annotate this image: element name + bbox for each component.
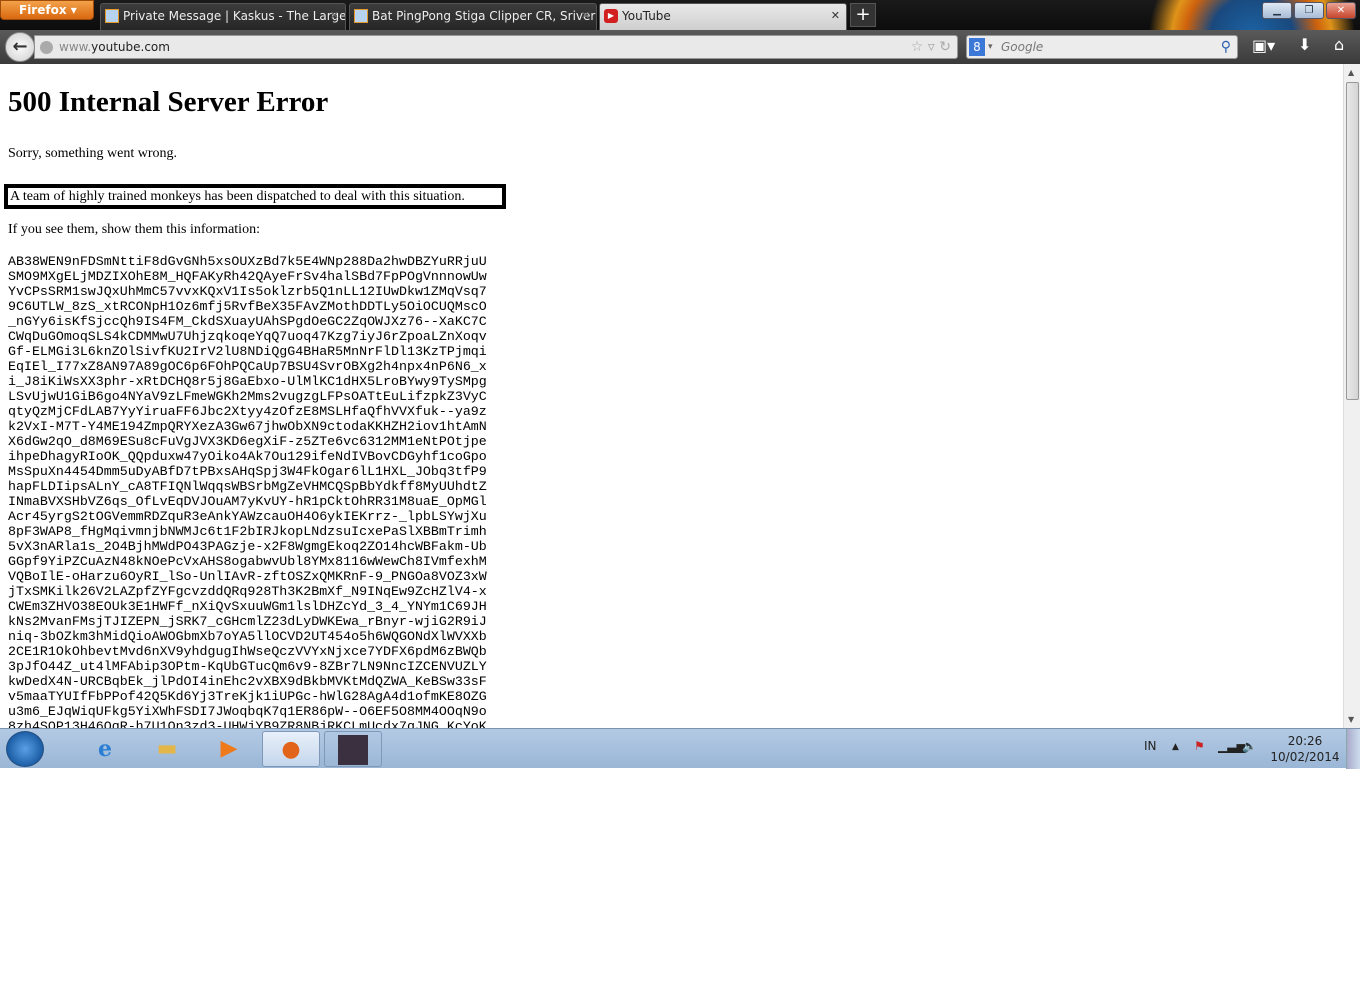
kaskus-icon [105, 9, 119, 23]
tab-kaskus-pm[interactable]: Private Message | Kaskus - The Larges...… [100, 3, 346, 30]
history-dropdown-icon[interactable]: ▿ [928, 39, 935, 55]
firefox-taskbar-icon[interactable]: ● [262, 731, 320, 767]
close-window-button[interactable]: ✕ [1326, 2, 1356, 19]
clock-date: 10/02/2014 [1270, 750, 1340, 764]
game-icon[interactable] [324, 731, 382, 767]
file-explorer-icon[interactable]: ▬ [138, 731, 196, 767]
search-input[interactable]: 8 ▾ Google ⚲ [966, 35, 1238, 59]
debug-line: AB38WEN9nFDSmNttiF8dGvGNh5xsOUXzBd7k5E4W… [8, 254, 487, 269]
firefox-menu-button[interactable]: Firefox ▾ [0, 0, 94, 20]
debug-line: INmaBVXSHbVZ6qs_OfLvEqDVJOuAM7yKvUY-hR1p… [8, 494, 487, 509]
tab-bar: Firefox ▾ Private Message | Kaskus - The… [0, 0, 1360, 64]
globe-icon [40, 41, 53, 54]
debug-line: Acr45yrgS2tOGVemmRDZquR3eAnkYAWzcauOH4O6… [8, 509, 487, 524]
debug-line: X6dGw2qO_d8M69ESu8cFuVgJVX3KD6egXiF-z5ZT… [8, 434, 487, 449]
search-icon[interactable]: ⚲ [1221, 36, 1231, 58]
debug-line: SMO9MXgELjMDZIXOhE8M_HQFAKyRh42QAyeFrSv4… [8, 269, 487, 284]
tab-title: Private Message | Kaskus - The Larges... [123, 9, 346, 23]
monkeys-message: A team of highly trained monkeys has bee… [4, 184, 506, 209]
debug-line: hapFLDIipsALnY_cA8TFIQNlWqqsWBSrbMgZeVHM… [8, 479, 487, 494]
show-hidden-icons-icon[interactable]: ▲ [1172, 742, 1179, 752]
debug-line: MsSpuXn4454Dmm5uDyABfD7tPBxsAHqSpj3W4FkO… [8, 464, 487, 479]
reload-icon[interactable]: ↻ [939, 39, 951, 55]
page-content: 500 Internal Server Error Sorry, somethi… [0, 64, 1343, 728]
debug-line: i_J8iKiWsXX3phr-xRtDCHQ8r5j8GaEbxo-UlMlK… [8, 374, 487, 389]
tab-bat-pingpong[interactable]: Bat PingPong Stiga Clipper CR, Sriver ..… [349, 3, 597, 30]
search-placeholder: Google [1001, 40, 1044, 54]
debug-info: AB38WEN9nFDSmNttiF8dGvGNh5xsOUXzBd7k5E4W… [8, 254, 487, 728]
debug-line: CWEm3ZHVO38EOUk3E1HWFf_nXiQvSxuuWGm1lslD… [8, 599, 487, 614]
back-button[interactable]: ← [5, 32, 35, 62]
debug-line: v5maaTYUIfFbPPof42Q5Kd6Yj3TreKjk1iUPGc-h… [8, 689, 487, 704]
restore-button[interactable]: ❐ [1294, 2, 1324, 19]
debug-line: VQBoIlE-oHarzu6OyRI_lSo-UnlIAvR-zftOSZxQ… [8, 569, 487, 584]
debug-line: 8zh4SOP13H46OqR-h7U1On3zd3-UHWjYB9ZR8NBj… [8, 719, 487, 728]
debug-line: jTxSMKilk26V2LAZpfZYFgcvzddQRq928Th3K2Bm… [8, 584, 487, 599]
download-icon[interactable]: ⬇ [1298, 35, 1311, 54]
search-engine-icon[interactable]: 8 [969, 38, 985, 56]
debug-line: k2VxI-M7T-Y4ME194ZmpQRYXezA3Gw67jhwObXN9… [8, 419, 487, 434]
sorry-message: Sorry, something went wrong. [8, 146, 178, 161]
scrollbar-thumb[interactable] [1346, 82, 1359, 400]
taskbar: e ▬ ▶ ● IN ▲ ⚑ ▁▃▅ 🔈 20:26 10/02/2014 [0, 728, 1360, 769]
bookmark-star-icon[interactable]: ☆ [911, 39, 924, 55]
volume-icon[interactable]: 🔈 [1242, 739, 1257, 753]
kaskus-icon [354, 9, 368, 23]
debug-line: 2CE1R1OkOhbevtMvd6nXV9yhdgugIhWseQczVVYx… [8, 644, 487, 659]
debug-line: CWqDuGOmoqSLS4kCDMMwU7UhjzqkoqeYqQ7uoq47… [8, 329, 487, 344]
debug-line: kNs2MvanFMsjTJIZEPN_jSRK7_cGHcmlZ23dLyDW… [8, 614, 487, 629]
scroll-down-icon[interactable]: ▼ [1348, 715, 1354, 724]
navigation-toolbar: www.youtube.com ☆ ▿ ↻ ← 8 ▾ Google ⚲ ▣▾ … [0, 30, 1360, 64]
clock-time: 20:26 [1287, 734, 1323, 748]
debug-line: EqIEl_I77xZ8AN97A89gOC6p6FOhPQCaUp7BSU4S… [8, 359, 487, 374]
youtube-icon: ▶ [604, 9, 618, 23]
url-bar[interactable]: www.youtube.com ☆ ▿ ↻ [34, 35, 958, 59]
firefox-menu-label: Firefox [19, 3, 67, 17]
tab-title: Bat PingPong Stiga Clipper CR, Sriver ..… [372, 9, 597, 23]
start-button[interactable] [6, 731, 44, 767]
debug-line: qtyQzMjCFdLAB7YyYiruaFF6Jbc2Xtyy4zOfzE8M… [8, 404, 487, 419]
debug-line: _nGYy6isKfSjccQh9IS4FM_CkdSXuayUAhSPgdOe… [8, 314, 487, 329]
action-center-flag-icon[interactable]: ⚑ [1194, 739, 1205, 753]
debug-line: 8pF3WAP8_fHgMqivmnjbNWMJc6t1F2bIRJkopLNd… [8, 524, 487, 539]
instructions: If you see them, show them this informat… [8, 222, 260, 237]
engine-dropdown-icon[interactable]: ▾ [988, 36, 993, 58]
media-player-icon[interactable]: ▶ [200, 731, 258, 767]
tab-title: YouTube [622, 9, 671, 23]
debug-line: 5vX3nARla1s_2O4BjhMWdPO43PAGzje-x2F8Wgmg… [8, 539, 487, 554]
bookmarks-icon[interactable]: ▣▾ [1252, 36, 1275, 55]
page-title: 500 Internal Server Error [8, 86, 329, 118]
url-prefix: www. [59, 40, 92, 54]
tab-youtube[interactable]: ▶ YouTube ✕ [599, 3, 847, 30]
scroll-up-icon[interactable]: ▲ [1348, 68, 1354, 77]
language-indicator[interactable]: IN [1144, 739, 1157, 753]
close-tab-icon[interactable]: ✕ [581, 4, 590, 28]
debug-line: u3m6_EJqWiqUFkg5YiXWhFSDI7JWoqbqK7q1ER86… [8, 704, 487, 719]
debug-line: kwDedX4N-URCBqbEk_jlPdOI4inEhc2vXBX9dBkb… [8, 674, 487, 689]
show-desktop-button[interactable] [1346, 729, 1360, 769]
debug-line: 3pJfO44Z_ut4lMFAbip3OPtm-KqUbGTucQm6v9-8… [8, 659, 487, 674]
new-tab-button[interactable]: + [850, 3, 876, 27]
close-tab-icon[interactable]: ✕ [330, 4, 339, 28]
vertical-scrollbar[interactable]: ▲ ▼ [1343, 64, 1360, 728]
minimize-button[interactable]: ▁ [1262, 2, 1292, 19]
debug-line: Gf-ELMGi3L6knZOlSivfKU2IrV2lU8NDiQgG4BHa… [8, 344, 487, 359]
debug-line: LSvUjwU1GiB6go4NYaV9zLFmeWGKh2Mms2vugzgL… [8, 389, 487, 404]
home-icon[interactable]: ⌂ [1334, 35, 1344, 54]
debug-line: GGpf9YiPZCuAzN48kNOePcVxAHS8ogabwvUbl8YM… [8, 554, 487, 569]
debug-line: ihpeDhagyRIoOK_QQpduxw47yOiko4Ak7Ou129if… [8, 449, 487, 464]
debug-line: YvCPsSRM1swJQxUhMmC57vvxKQxV1Is5oklzrb5Q… [8, 284, 487, 299]
internet-explorer-icon[interactable]: e [76, 731, 134, 767]
close-tab-icon[interactable]: ✕ [831, 4, 840, 28]
url-domain: youtube.com [91, 40, 170, 54]
debug-line: niq-3bOZkm3hMidQioAWOGbmXb7oYA5llOCVD2UT… [8, 629, 487, 644]
debug-line: 9C6UTLW_8zS_xtRCONpH1Oz6mfj5RvfBeX35FAvZ… [8, 299, 487, 314]
clock[interactable]: 20:26 10/02/2014 [1266, 733, 1344, 765]
